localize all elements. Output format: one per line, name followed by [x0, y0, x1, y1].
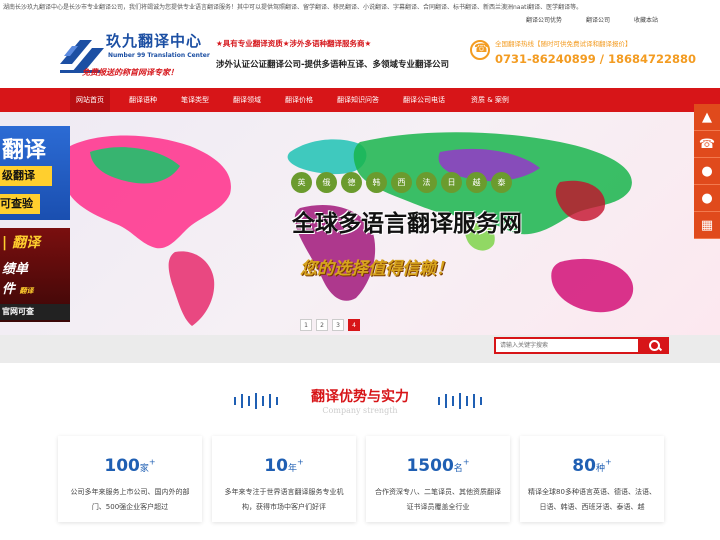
stat-card: 10年+ 多年来专注于世界语言翻译服务专业机构，获得市场中客户们好评: [212, 436, 356, 522]
section-header: 翻译优势与实力 Company strength: [0, 382, 720, 422]
qq-icon[interactable]: ●: [694, 158, 720, 185]
decor-bars-right: [438, 390, 487, 409]
stat-unit: 名: [453, 464, 463, 474]
left-ad-2-footer: 官网可查: [0, 304, 70, 320]
banner-motto: 您的选择值得信赖！: [300, 259, 453, 279]
left-ad-2-line-2: 绩单: [2, 262, 29, 277]
nav-item-cases[interactable]: 资质 & 案例: [471, 88, 509, 112]
stat-plus: +: [296, 457, 304, 467]
left-ad-1-button-1: 级翻译: [0, 166, 52, 186]
left-ad-2[interactable]: | 翻译 绩单 件 翻译 官网可查: [0, 228, 70, 322]
banner-page-4[interactable]: 4: [348, 319, 360, 331]
nav-item-types[interactable]: 笔译类型: [181, 88, 209, 112]
stats-cards: 100家+ 公司多年来服务上市公司、国内外的部门、500强企业客户超过 10年+…: [58, 436, 664, 526]
logo-slogan: 免费报送的称首网译专家！: [82, 67, 178, 77]
nav-item-phone[interactable]: 翻译公司电话: [403, 88, 445, 112]
hotline-phone[interactable]: 0731-86240899 / 18684722880: [495, 52, 696, 66]
stat-unit: 种: [595, 464, 605, 474]
hotline-label: 全国翻译热线【随时可供免费试译和翻译报价】: [495, 40, 632, 48]
nav-item-home[interactable]: 网站首页: [70, 88, 110, 112]
logo-english-name: Number 99 Translation Center: [108, 52, 210, 59]
left-ad-2-line-3-small: 翻译: [19, 287, 34, 295]
top-bar: 湖南长沙玖九翻译中心是长沙市专业翻译公司，我们将竭诚为您提供专业语言翻译服务！其…: [0, 0, 720, 26]
search-input[interactable]: [494, 337, 640, 354]
stat-value: 10: [264, 456, 288, 476]
main-nav: 网站首页 翻译语种 笔译类型 翻译领域 翻译价格 翻译知识问答 翻译公司电话 资…: [0, 88, 720, 112]
search-bar: [0, 335, 720, 363]
language-circles: 英 俄 德 韩 西 法 日 越 泰: [291, 172, 512, 193]
header-subtitle: 涉外认证公证翻译公司-提供多语种互译、多领域专业翻译公司: [216, 60, 450, 70]
site-header: 玖九翻译中心 Number 99 Translation Center 免费报送…: [0, 26, 720, 88]
back-to-top-icon[interactable]: ▲: [694, 104, 720, 131]
banner-page-3[interactable]: 3: [332, 319, 344, 331]
header-tagline: ★具有专业翻译资质★涉外多语种翻译服务商★: [216, 39, 372, 48]
nav-item-fields[interactable]: 翻译领域: [233, 88, 261, 112]
left-ad-2-line-1: | 翻译: [2, 235, 40, 251]
stat-plus: +: [462, 457, 470, 467]
phone-icon[interactable]: ☎: [694, 131, 720, 158]
logo-name: 玖九翻译中心: [106, 32, 203, 50]
stat-description: 多年来专注于世界语言翻译服务专业机构，获得市场中客户们好评: [224, 488, 344, 511]
lang-circle: 法: [416, 172, 437, 193]
stat-description: 公司多年来服务上市公司、国内外的部门、500强企业客户超过: [70, 488, 190, 511]
stat-description: 合作资深专八、二笔译员、其他资质翻译证书译员覆盖全行业: [375, 488, 501, 511]
lang-circle: 越: [466, 172, 487, 193]
search-button[interactable]: [640, 337, 669, 354]
nav-item-qa[interactable]: 翻译知识问答: [337, 88, 379, 112]
lang-circle: 俄: [316, 172, 337, 193]
left-ad-1-title: 翻译: [2, 138, 47, 163]
qrcode-icon[interactable]: ▦: [694, 212, 720, 239]
stat-value: 1500: [406, 456, 454, 476]
stat-value: 80: [572, 456, 596, 476]
section-title: 翻译优势与实力: [311, 389, 409, 405]
stat-number: 1500名+: [366, 456, 510, 476]
stat-card: 80种+ 精译全球80多种语言英语、德语、法语、日语、韩语、西班牙语、泰语、越: [520, 436, 664, 522]
stat-value: 100: [104, 456, 140, 476]
left-floating-ads: 翻译 级翻译 可查验 | 翻译 绩单 件 翻译 官网可查: [0, 126, 70, 322]
stat-plus: +: [148, 457, 156, 467]
top-link-bookmark[interactable]: 收藏本站: [634, 15, 658, 24]
stat-plus: +: [604, 457, 612, 467]
lang-circle: 韩: [366, 172, 387, 193]
stat-number: 100家+: [58, 456, 202, 476]
stat-unit: 年: [287, 464, 297, 474]
section-subtitle: Company strength: [322, 406, 398, 415]
left-ad-2-line-3: 件 翻译: [2, 278, 34, 297]
stat-card: 1500名+ 合作资深专八、二笔译员、其他资质翻译证书译员覆盖全行业: [366, 436, 510, 522]
left-ad-1-button-2: 可查验: [0, 194, 40, 214]
nav-item-languages[interactable]: 翻译语种: [129, 88, 157, 112]
stat-number: 80种+: [520, 456, 664, 476]
left-ad-1[interactable]: 翻译 级翻译 可查验: [0, 126, 70, 220]
top-link-advantage[interactable]: 翻译公司优势: [526, 15, 562, 24]
banner-page-2[interactable]: 2: [316, 319, 328, 331]
phone-icon: [470, 40, 490, 60]
lang-circle: 日: [441, 172, 462, 193]
banner-page-1[interactable]: 1: [300, 319, 312, 331]
stat-number: 10年+: [212, 456, 356, 476]
hero-banner[interactable]: 英 俄 德 韩 西 法 日 越 泰 全球多语言翻译服务网 您的选择值得信赖！ 1…: [0, 112, 720, 335]
banner-pagination: 1 2 3 4: [300, 319, 360, 331]
hotline: 全国翻译热线【随时可供免费试译和翻译报价】 0731-86240899 / 18…: [470, 34, 696, 74]
lang-circle: 英: [291, 172, 312, 193]
left-ad-2-line-3-text: 件: [2, 282, 16, 297]
lang-circle: 泰: [491, 172, 512, 193]
top-links: 翻译公司优势 翻译公司 收藏本站: [526, 15, 658, 24]
right-floating-bar: ▲ ☎ ● ● ▦: [694, 104, 720, 242]
banner-title: 全球多语言翻译服务网: [292, 210, 522, 237]
top-link-company[interactable]: 翻译公司: [586, 15, 610, 24]
lang-circle: 德: [341, 172, 362, 193]
site-logo[interactable]: 玖九翻译中心 Number 99 Translation Center 免费报送…: [58, 28, 228, 88]
stat-unit: 家: [139, 464, 149, 474]
stat-card: 100家+ 公司多年来服务上市公司、国内外的部门、500强企业客户超过: [58, 436, 202, 522]
site-notice: 湖南长沙玖九翻译中心是长沙市专业翻译公司，我们将竭诚为您提供专业语言翻译服务！其…: [3, 4, 583, 11]
qq-icon[interactable]: ●: [694, 185, 720, 212]
nav-item-price[interactable]: 翻译价格: [285, 88, 313, 112]
lang-circle: 西: [391, 172, 412, 193]
stat-description: 精译全球80多种语言英语、德语、法语、日语、韩语、西班牙语、泰语、越: [528, 488, 656, 511]
